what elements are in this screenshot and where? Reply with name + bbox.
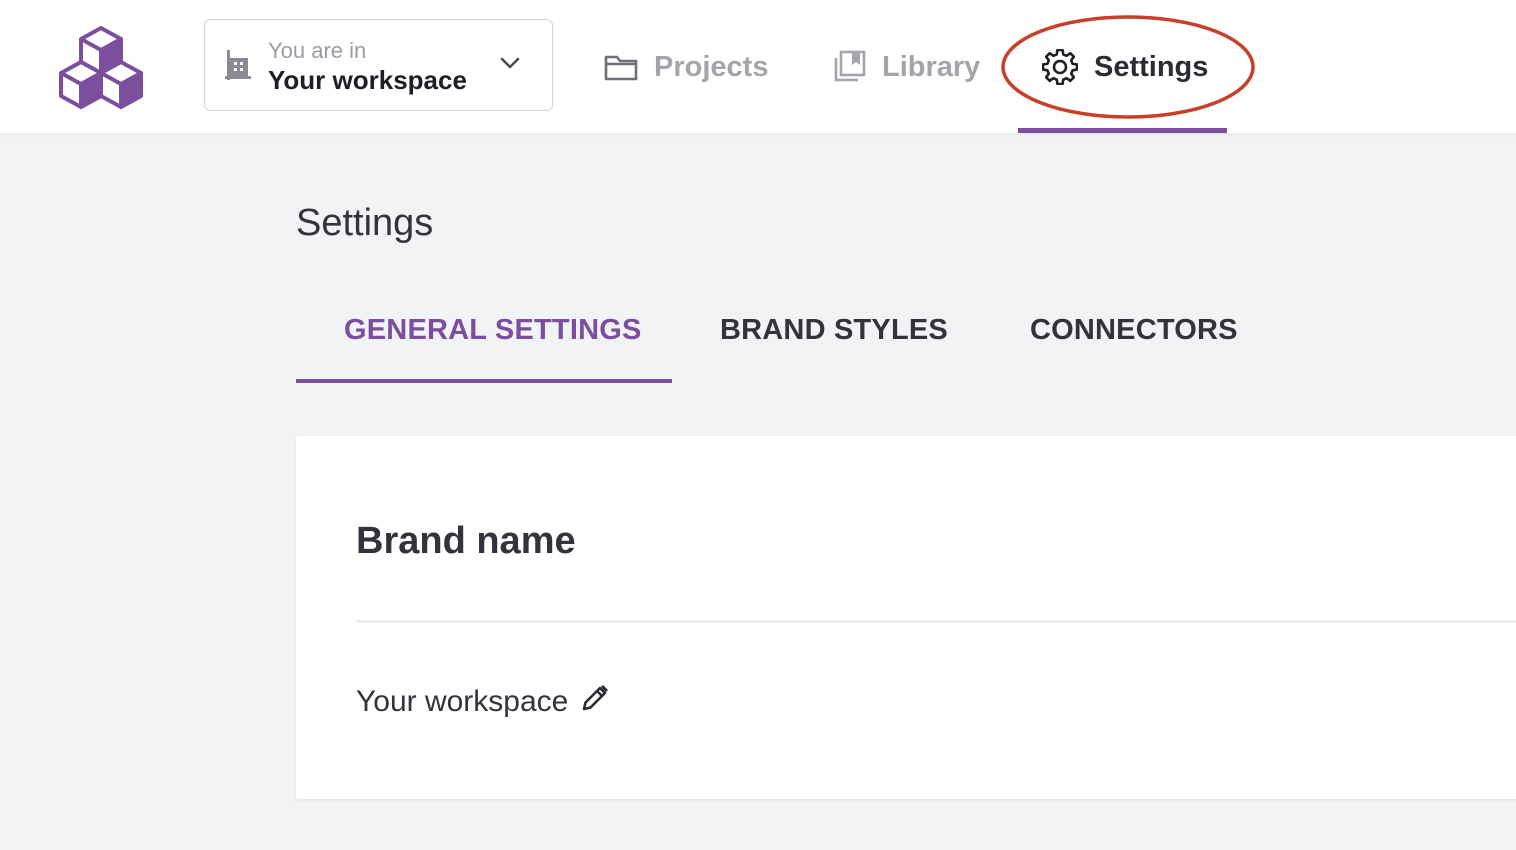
nav-library[interactable]: Library [832, 40, 980, 94]
building-icon [225, 50, 251, 80]
brand-name-value: Your workspace [356, 685, 569, 718]
card-title: Brand name [356, 520, 576, 562]
folder-icon [604, 52, 638, 82]
page-title: Settings [296, 202, 434, 244]
workspace-switcher-value: Your workspace [268, 65, 467, 95]
gear-icon [1042, 49, 1078, 85]
nav-projects[interactable]: Projects [604, 40, 768, 94]
cubes-logo[interactable] [56, 22, 146, 112]
library-icon [832, 50, 866, 84]
pencil-icon[interactable] [580, 683, 610, 713]
tab-active-indicator [296, 379, 672, 383]
top-navigation-bar: You are in Your workspace Projects Libra… [0, 0, 1516, 133]
tab-connectors[interactable]: CONNECTORS [1030, 312, 1238, 348]
nav-settings[interactable]: Settings [1042, 40, 1208, 94]
nav-projects-label: Projects [654, 50, 769, 83]
workspace-switcher-label: You are in [268, 38, 367, 63]
brand-name-card: Brand name Your workspace [296, 436, 1516, 799]
tab-brand-styles[interactable]: BRAND STYLES [720, 312, 948, 348]
nav-active-indicator [1018, 128, 1227, 133]
workspace-switcher[interactable]: You are in Your workspace [204, 19, 553, 111]
nav-settings-label: Settings [1094, 50, 1209, 83]
chevron-down-icon [500, 57, 520, 69]
nav-library-label: Library [882, 50, 981, 83]
tab-general-settings[interactable]: GENERAL SETTINGS [344, 312, 642, 348]
divider [356, 620, 1516, 623]
